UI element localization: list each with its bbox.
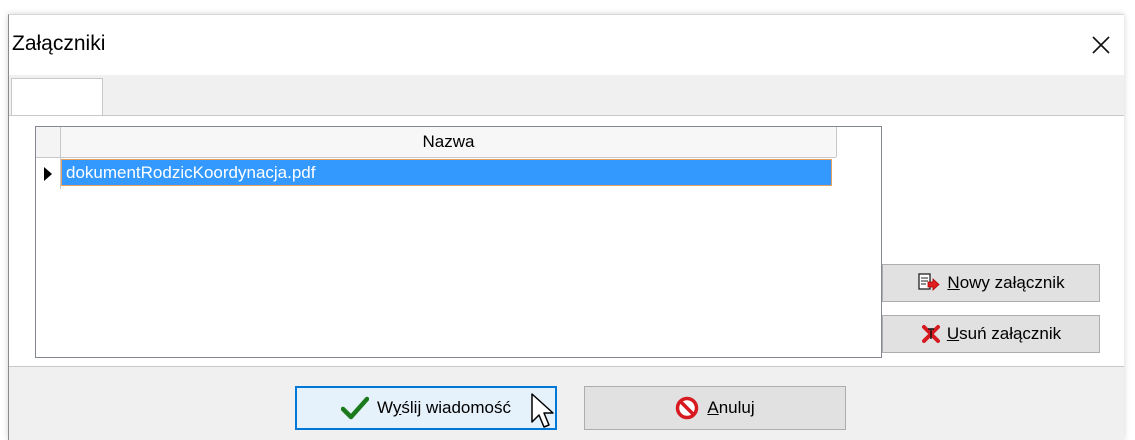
delete-x-icon: [921, 325, 940, 343]
close-icon: [1092, 36, 1110, 54]
grid-corner: [36, 127, 61, 157]
current-row-arrow-icon: [44, 166, 52, 181]
column-header-nazwa[interactable]: Nazwa: [61, 127, 837, 157]
add-document-icon: [918, 273, 941, 291]
delete-attachment-label: Usuń załącznik: [946, 324, 1062, 343]
grid-header: Nazwa: [36, 127, 837, 158]
attachments-grid[interactable]: Nazwa dokumentRodzicKoordynacja.pdf: [35, 126, 882, 358]
send-message-label: Wyślij wiadomość: [377, 398, 511, 417]
table-row[interactable]: dokumentRodzicKoordynacja.pdf: [36, 158, 836, 189]
cancel-button[interactable]: Anuluj: [584, 386, 846, 430]
send-message-button[interactable]: Wyślij wiadomość: [295, 386, 557, 430]
new-attachment-label: Nowy załącznik: [947, 273, 1065, 292]
cancel-label: Anuluj: [707, 398, 755, 417]
attachment-name-cell[interactable]: dokumentRodzicKoordynacja.pdf: [61, 159, 832, 186]
tab-strip: [9, 75, 1124, 116]
close-button[interactable]: [1078, 25, 1124, 65]
prohibited-icon: [676, 396, 699, 420]
tab-page: Nazwa dokumentRodzicKoordynacja.pdf Nowy…: [9, 115, 1124, 367]
dialog-title: Załączniki: [12, 32, 106, 55]
tab-attachments[interactable]: [11, 78, 103, 116]
title-bar[interactable]: Załączniki: [9, 15, 1124, 75]
row-indicator: [36, 158, 61, 189]
new-attachment-button[interactable]: Nowy załącznik: [882, 264, 1100, 302]
attachments-dialog: Załączniki Nazwa dokumentRodzicKoordynac…: [8, 14, 1124, 440]
mouse-pointer-icon: [531, 393, 554, 428]
checkmark-icon: [341, 396, 369, 420]
delete-attachment-button[interactable]: Usuń załącznik: [882, 315, 1100, 353]
